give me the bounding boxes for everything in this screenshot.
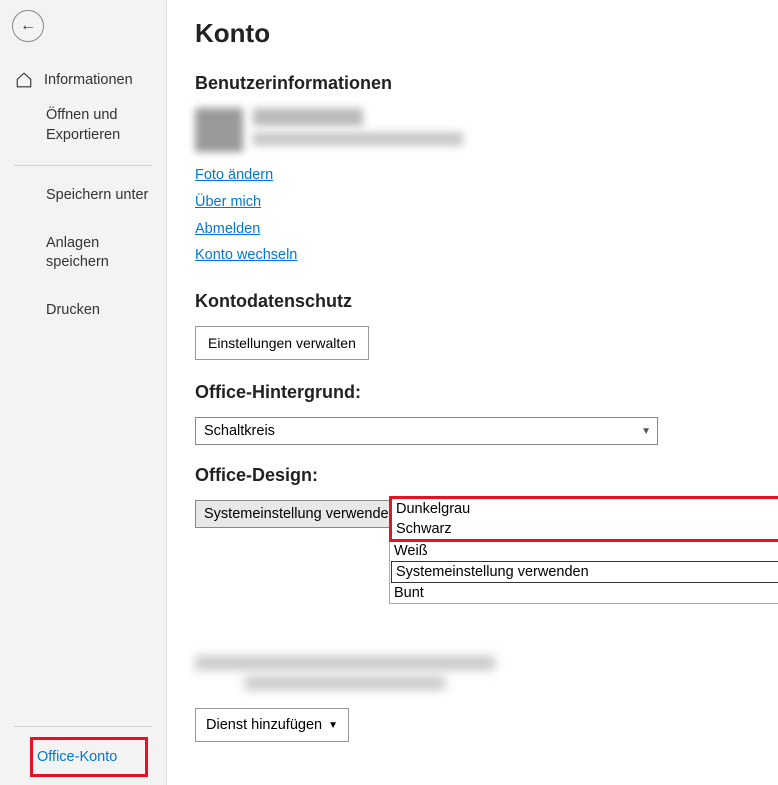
dropdown-value: Schaltkreis	[204, 423, 275, 439]
nav-label: Speichern unter	[46, 186, 148, 206]
nav-divider	[14, 726, 152, 727]
nav-label: Anlagen speichern	[46, 234, 152, 273]
back-arrow-icon: ←	[20, 17, 36, 35]
avatar	[195, 108, 243, 152]
nav-item-print[interactable]: Drucken	[0, 293, 166, 329]
nav-label: Informationen	[44, 72, 133, 88]
sidebar: ← Informationen Öffnen und Exportieren S…	[0, 0, 167, 785]
theme-option-system[interactable]: Systemeinstellung verwenden	[391, 561, 778, 583]
user-text	[253, 108, 750, 152]
user-email-redacted	[253, 132, 463, 146]
user-links: Foto ändern Über mich Abmelden Konto wec…	[195, 162, 750, 269]
nav-label: Öffnen und Exportieren	[46, 106, 152, 145]
back-button[interactable]: ←	[12, 10, 44, 42]
dropdown-value: Systemeinstellung verwenden	[204, 506, 397, 522]
add-service-button[interactable]: Dienst hinzufügen ▼	[195, 708, 349, 742]
user-info-block	[195, 108, 750, 152]
redacted-section	[195, 656, 750, 690]
home-icon	[14, 70, 34, 90]
chevron-down-icon: ▼	[641, 426, 651, 437]
highlight-office-account: Office-Konto	[30, 737, 148, 777]
chevron-down-icon: ▼	[328, 720, 338, 731]
nav-item-open-export[interactable]: Öffnen und Exportieren	[0, 98, 166, 153]
link-sign-out[interactable]: Abmelden	[195, 216, 260, 243]
theme-dropdown-list: Dunkelgrau Schwarz Weiß Systemeinstellun…	[389, 496, 778, 604]
background-heading: Office-Hintergrund:	[195, 382, 750, 403]
nav-item-office-account[interactable]: Office-Konto	[37, 749, 117, 765]
nav-item-info[interactable]: Informationen	[0, 62, 166, 98]
theme-option-schwarz[interactable]: Schwarz	[392, 519, 778, 539]
theme-heading: Office-Design:	[195, 465, 750, 486]
manage-settings-button[interactable]: Einstellungen verwalten	[195, 326, 369, 360]
privacy-heading: Kontodatenschutz	[195, 291, 750, 312]
user-info-heading: Benutzerinformationen	[195, 73, 750, 94]
link-switch-account[interactable]: Konto wechseln	[195, 242, 297, 269]
link-change-photo[interactable]: Foto ändern	[195, 162, 273, 189]
theme-option-weiss[interactable]: Weiß	[390, 541, 778, 561]
button-label: Dienst hinzufügen	[206, 717, 322, 733]
theme-option-dunkelgrau[interactable]: Dunkelgrau	[392, 499, 778, 519]
main-content: Konto Benutzerinformationen Foto ändern …	[167, 0, 778, 785]
nav-item-save-as[interactable]: Speichern unter	[0, 178, 166, 214]
nav-item-save-attachments[interactable]: Anlagen speichern	[0, 226, 166, 281]
sidebar-bottom: Office-Konto	[0, 726, 166, 777]
link-about-me[interactable]: Über mich	[195, 189, 261, 216]
background-dropdown[interactable]: Schaltkreis ▼	[195, 417, 658, 445]
nav-label: Drucken	[46, 301, 100, 321]
page-title: Konto	[195, 18, 750, 49]
theme-option-bunt[interactable]: Bunt	[390, 583, 778, 603]
redacted-line	[245, 676, 445, 690]
user-name-redacted	[253, 108, 363, 126]
nav-divider	[14, 165, 152, 166]
highlight-theme-options: Dunkelgrau Schwarz	[389, 496, 778, 542]
redacted-line	[195, 656, 495, 670]
